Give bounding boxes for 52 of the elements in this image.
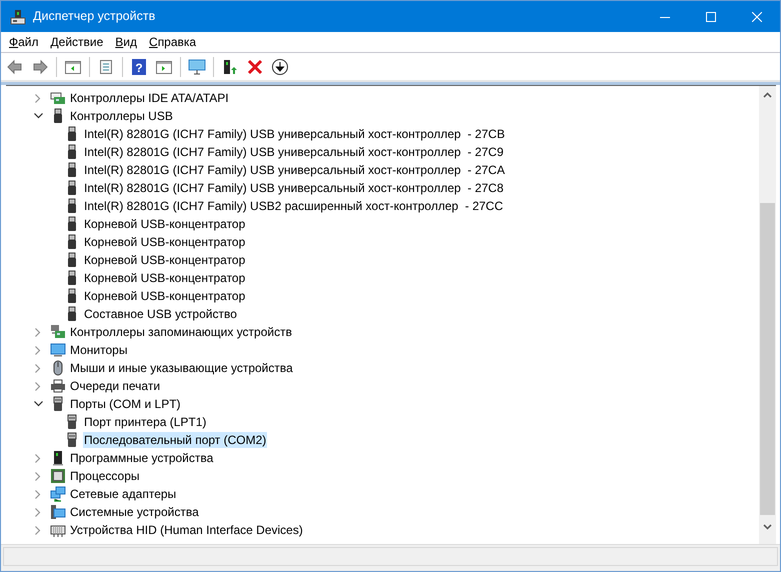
disk-controller-icon <box>50 90 66 106</box>
scroll-down-icon[interactable] <box>763 524 772 530</box>
menu-item[interactable]: Вид <box>109 32 144 52</box>
category-item[interactable]: Устройства HID (Human Interface Devices) <box>69 522 304 538</box>
category-item[interactable]: Контроллеры запоминающих устройств <box>69 324 293 340</box>
category-item[interactable]: Системные устройства <box>69 504 200 520</box>
system-device-icon <box>50 504 66 520</box>
device-manager-icon <box>10 8 26 24</box>
device-item[interactable]: Корневой USB-концентратор <box>83 288 246 304</box>
back-arrow-icon <box>6 58 24 76</box>
storage-controller-icon <box>50 324 66 340</box>
processor-icon <box>50 468 66 484</box>
category-item[interactable]: Процессоры <box>69 468 140 484</box>
category-item[interactable]: Очереди печати <box>69 378 162 394</box>
monitor-search-icon <box>188 58 206 76</box>
menu-item[interactable]: Действие <box>44 32 110 52</box>
category-item[interactable]: Мониторы <box>69 342 128 358</box>
delete-cross-icon <box>246 58 264 76</box>
device-item[interactable]: Intel(R) 82801G (ICH7 Family) USB2 расширенный хост-контроллер - 27CC <box>83 198 504 214</box>
device-item[interactable]: Intel(R) 82801G (ICH7 Family) USB универсальный хост-контроллер - 27CA <box>83 162 506 178</box>
device-item[interactable]: Intel(R) 82801G (ICH7 Family) USB универсальный хост-контроллер - 27CB <box>83 126 506 142</box>
device-update-icon <box>221 58 239 76</box>
menu-item[interactable]: Справка <box>143 32 202 52</box>
scroll-up-icon[interactable] <box>763 92 772 98</box>
device-item[interactable]: Составное USB устройство <box>83 306 238 322</box>
forward-arrow-icon <box>31 58 49 76</box>
category-item[interactable]: Контроллеры IDE ATA/ATAPI <box>69 90 230 106</box>
category-item[interactable]: Программные устройства <box>69 450 214 466</box>
device-item[interactable]: Корневой USB-концентратор <box>83 234 246 250</box>
device-item[interactable]: Последовательный порт (COM2) <box>83 432 268 448</box>
device-item[interactable]: Порт принтера (LPT1) <box>83 414 208 430</box>
window-title: Диспетчер устройств <box>33 8 156 26</box>
software-device-icon <box>50 450 66 466</box>
printer-icon <box>50 378 66 394</box>
scrollbar[interactable] <box>759 86 776 544</box>
category-item[interactable]: Сетевые адаптеры <box>69 486 178 502</box>
category-item[interactable]: Мыши и иные указывающие устройства <box>69 360 294 376</box>
menu-item[interactable]: Файл <box>3 32 45 52</box>
device-item[interactable]: Корневой USB-концентратор <box>83 216 246 232</box>
properties-icon <box>97 58 115 76</box>
device-item[interactable]: Intel(R) 82801G (ICH7 Family) USB универсальный хост-контроллер - 27C8 <box>83 180 505 196</box>
device-item[interactable]: Корневой USB-концентратор <box>83 270 246 286</box>
network-adapter-icon <box>50 486 66 502</box>
monitor-icon <box>50 342 66 358</box>
download-circle-icon <box>271 58 289 76</box>
category-item[interactable]: Порты (COM и LPT) <box>69 396 182 412</box>
device-item[interactable]: Intel(R) 82801G (ICH7 Family) USB универсальный хост-контроллер - 27C9 <box>83 144 505 160</box>
category-item[interactable]: Контроллеры USB <box>69 108 174 124</box>
maximize-icon <box>706 12 716 22</box>
device-item[interactable]: Корневой USB-концентратор <box>83 252 246 268</box>
scroll-thumb[interactable] <box>760 203 775 515</box>
close-icon <box>752 12 762 22</box>
